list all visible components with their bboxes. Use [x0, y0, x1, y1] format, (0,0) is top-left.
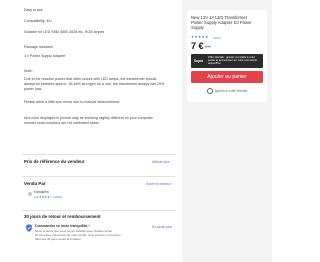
desc-line: Suitable for LED SMD 5050 3528 etc. RGB …	[24, 30, 105, 34]
current-price: 7 €	[191, 41, 204, 51]
desc-line: Easy to use	[24, 8, 43, 12]
product-title: New 12V 1A LED Transformer Power Supply …	[191, 15, 252, 30]
divider	[22, 210, 176, 211]
reviews-link[interactable]: (Avis)	[213, 36, 221, 40]
shield-icon	[26, 224, 32, 232]
desc-line: Package included:	[24, 45, 54, 49]
old-price: 8 €	[205, 44, 211, 49]
desc-line: And color displayed in picture may be sh…	[24, 116, 153, 120]
returns-learn-more-link[interactable]: En savoir plus	[152, 225, 172, 229]
divider	[22, 154, 176, 155]
rating-stars: ★★★★★	[191, 35, 209, 39]
follow-seller-link[interactable]: Suivre le vendeur	[146, 182, 171, 186]
promo-banner: Supra Offre spéciale : ajoutez cet artic…	[191, 54, 263, 68]
desc-line: Due to the reactive power that often occ…	[24, 77, 157, 81]
desc-line: 1 x Power Supply Adapter	[24, 54, 66, 58]
add-to-cart-button[interactable]: Ajouter au panier	[191, 71, 263, 83]
returns-title: 30 jours de retour et remboursement	[24, 214, 101, 219]
desc-line: Note:	[24, 69, 33, 73]
purchase-card: New 12V 1A LED Transformer Power Supply …	[187, 10, 267, 102]
product-description-panel: Easy to use Compatibility: EU Suitable f…	[0, 0, 178, 262]
wishlist-label: Ajouter à votre Wishlist	[214, 88, 248, 93]
seller-avatar[interactable]	[28, 192, 32, 196]
reference-price-link[interactable]: Afficher plus	[152, 160, 169, 164]
desc-line: Please allow a little size errors due to…	[24, 100, 121, 104]
desc-line: power loss.	[24, 87, 43, 91]
divider	[22, 176, 176, 177]
reference-price-title: Prix de référence du vendeur	[24, 159, 85, 164]
returns-body-line: dans les 30 jours après la livraison.	[35, 237, 82, 241]
seller-rating: 4.4 ★★★★☆ (1074)	[34, 195, 62, 199]
desc-line: always be selected approx. 18-48% strong…	[24, 82, 165, 86]
seller-title: Vendu Par	[24, 181, 46, 186]
returns-headline: Commandez en toute tranquillité !	[35, 224, 90, 228]
promo-label: Supra	[194, 59, 204, 63]
desc-line: Compatibility: EU	[24, 19, 52, 23]
wishlist-button[interactable]: Ajouter à votre Wishlist	[191, 88, 263, 94]
seller-name[interactable]: Vohuwhin	[34, 190, 49, 194]
heart-icon	[206, 88, 213, 94]
promo-text: Offre spéciale : ajoutez cet article à v…	[208, 56, 258, 66]
desc-line: monitor since monitors are not calibrate…	[24, 121, 100, 125]
